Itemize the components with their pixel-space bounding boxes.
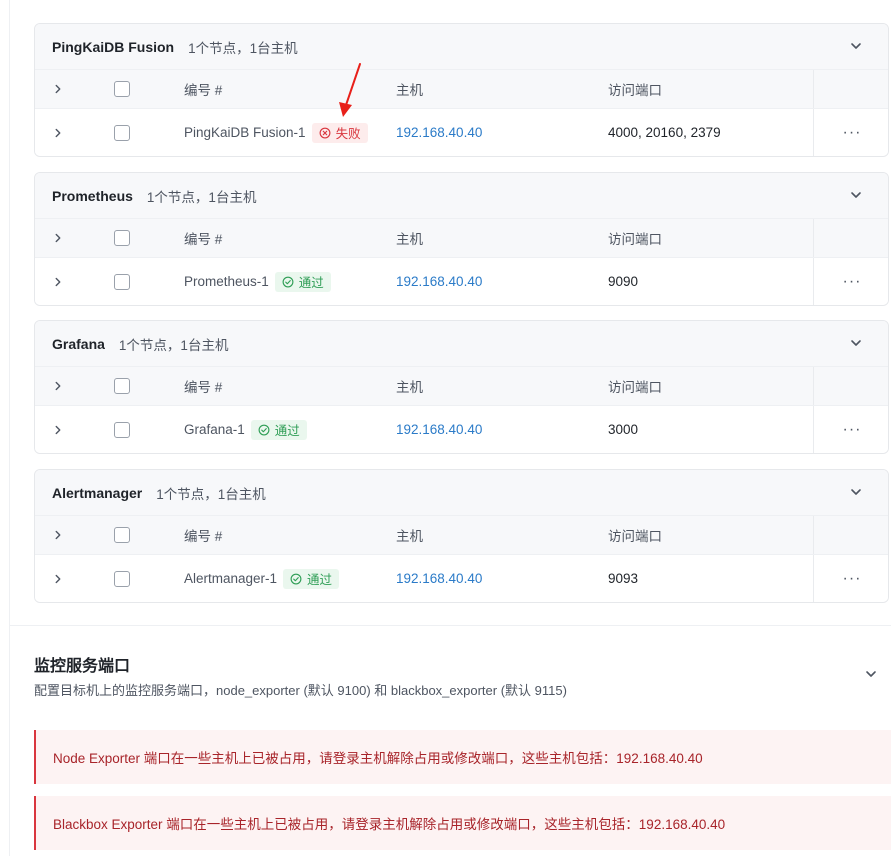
column-header-host: 主机 [396, 232, 423, 247]
actions-column-header [813, 219, 888, 257]
more-dots-icon[interactable]: ··· [843, 273, 862, 290]
port-value: 4000, 20160, 2379 [608, 125, 721, 140]
status-badge: 通过 [283, 568, 340, 589]
chevron-down-icon[interactable] [848, 335, 864, 351]
group-summary: 1个节点，1台主机 [146, 189, 257, 205]
column-header-host: 主机 [396, 83, 423, 98]
group-header[interactable]: Prometheus 1个节点，1台主机 [35, 173, 888, 218]
status-label: 失败 [335, 127, 361, 141]
chevron-right-icon[interactable] [51, 379, 65, 393]
table-header-row: 编号 # 主机 访问端口 [35, 218, 888, 257]
node-id: PingKaiDB Fusion-1 [184, 125, 306, 140]
group-summary: 1个节点，1台主机 [156, 486, 266, 502]
component-group-alertmanager: Alertmanager 1个节点，1台主机 编号 # 主机 访问端口 Aler… [34, 469, 889, 603]
chevron-down-icon[interactable] [848, 484, 864, 500]
select-all-checkbox[interactable] [114, 527, 130, 543]
status-badge: 通过 [250, 419, 307, 440]
host-link[interactable]: 192.168.40.40 [396, 571, 482, 586]
column-header-host: 主机 [396, 380, 423, 395]
table-header-row: 编号 # 主机 访问端口 [35, 69, 888, 108]
error-alert-blackbox-exporter: Blackbox Exporter 端口在一些主机上已被占用，请登录主机解除占用… [34, 796, 891, 850]
table-header-row: 编号 # 主机 访问端口 [35, 366, 888, 405]
component-group-grafana: Grafana 1个节点，1台主机 编号 # 主机 访问端口 Grafana-1… [34, 320, 889, 454]
row-checkbox[interactable] [114, 570, 130, 587]
section-divider [10, 625, 891, 626]
column-header-id[interactable]: 编号 # [184, 228, 222, 248]
row-checkbox[interactable] [114, 421, 130, 438]
more-dots-icon[interactable]: ··· [843, 570, 862, 587]
column-header-id[interactable]: 编号 # [184, 376, 222, 396]
table-row: Alertmanager-1 通过 192.168.40.40 9093 ··· [35, 554, 888, 602]
chevron-right-icon[interactable] [51, 528, 65, 542]
port-value: 3000 [608, 422, 639, 437]
error-alert-node-exporter: Node Exporter 端口在一些主机上已被占用，请登录主机解除占用或修改端… [34, 730, 891, 784]
host-link[interactable]: 192.168.40.40 [396, 274, 482, 289]
chevron-right-icon[interactable] [51, 572, 65, 586]
actions-column-header [813, 367, 888, 405]
actions-column-header [813, 516, 888, 554]
status-badge: 通过 [274, 271, 331, 292]
more-dots-icon[interactable]: ··· [843, 421, 862, 438]
group-title: PingKaiDB Fusion [52, 38, 175, 55]
group-title: Prometheus [52, 187, 133, 204]
status-badge: 失败 [311, 122, 368, 143]
group-header[interactable]: PingKaiDB Fusion 1个节点，1台主机 [35, 24, 888, 69]
row-checkbox[interactable] [114, 273, 130, 290]
table-header-row: 编号 # 主机 访问端口 [35, 515, 888, 554]
select-all-checkbox[interactable] [114, 230, 130, 246]
select-all-checkbox[interactable] [114, 81, 130, 97]
chevron-right-icon[interactable] [51, 82, 65, 96]
column-header-port: 访问端口 [608, 529, 662, 544]
status-label: 通过 [307, 573, 333, 587]
chevron-right-icon[interactable] [51, 275, 65, 289]
node-id: Prometheus-1 [184, 274, 269, 289]
table-row: Grafana-1 通过 192.168.40.40 3000 ··· [35, 405, 888, 453]
component-group-prometheus: Prometheus 1个节点，1台主机 编号 # 主机 访问端口 Promet… [34, 172, 889, 306]
chevron-right-icon[interactable] [51, 423, 65, 437]
chevron-down-icon[interactable] [863, 666, 879, 682]
host-link[interactable]: 192.168.40.40 [396, 422, 482, 437]
node-id: Alertmanager-1 [184, 571, 278, 586]
node-id: Grafana-1 [184, 422, 245, 437]
select-all-checkbox[interactable] [114, 378, 130, 394]
column-header-host: 主机 [396, 529, 423, 544]
check-circle-icon [258, 424, 270, 435]
table-row: Prometheus-1 通过 192.168.40.40 9090 ··· [35, 257, 888, 305]
check-circle-icon [290, 573, 302, 584]
table-row: PingKaiDB Fusion-1 失败 192.168.40.40 4000… [35, 108, 888, 156]
column-header-id[interactable]: 编号 # [184, 525, 222, 545]
actions-column-header [813, 70, 888, 108]
component-group-pingkaidb-fusion: PingKaiDB Fusion 1个节点，1台主机 编号 # 主机 访问端口 … [34, 23, 889, 157]
group-header[interactable]: Alertmanager 1个节点，1台主机 [35, 470, 888, 515]
status-label: 通过 [274, 424, 300, 438]
check-circle-icon [282, 276, 294, 287]
chevron-right-icon[interactable] [51, 231, 65, 245]
port-value: 9090 [608, 274, 639, 289]
deploy-check-page: PingKaiDB Fusion 1个节点，1台主机 编号 # 主机 访问端口 … [9, 0, 891, 856]
chevron-right-icon[interactable] [51, 126, 65, 140]
column-header-port: 访问端口 [608, 232, 662, 247]
x-circle-icon [319, 127, 330, 138]
section-title: 监控服务端口 [34, 658, 131, 675]
group-summary: 1个节点，1台主机 [188, 40, 298, 56]
group-summary: 1个节点，1台主机 [118, 337, 229, 353]
more-dots-icon[interactable]: ··· [843, 124, 862, 141]
group-header[interactable]: Grafana 1个节点，1台主机 [35, 321, 888, 366]
column-header-port: 访问端口 [608, 380, 662, 395]
group-title: Alertmanager [52, 484, 143, 501]
column-header-port: 访问端口 [608, 83, 662, 98]
group-title: Grafana [52, 335, 105, 352]
chevron-down-icon[interactable] [848, 38, 864, 54]
status-label: 通过 [298, 276, 324, 290]
chevron-down-icon[interactable] [848, 187, 864, 203]
row-checkbox[interactable] [114, 124, 130, 141]
column-header-id[interactable]: 编号 # [184, 79, 222, 99]
port-value: 9093 [608, 571, 639, 586]
section-description: 配置目标机上的监控服务端口，node_exporter (默认 9100) 和 … [34, 683, 567, 698]
host-link[interactable]: 192.168.40.40 [396, 125, 482, 140]
